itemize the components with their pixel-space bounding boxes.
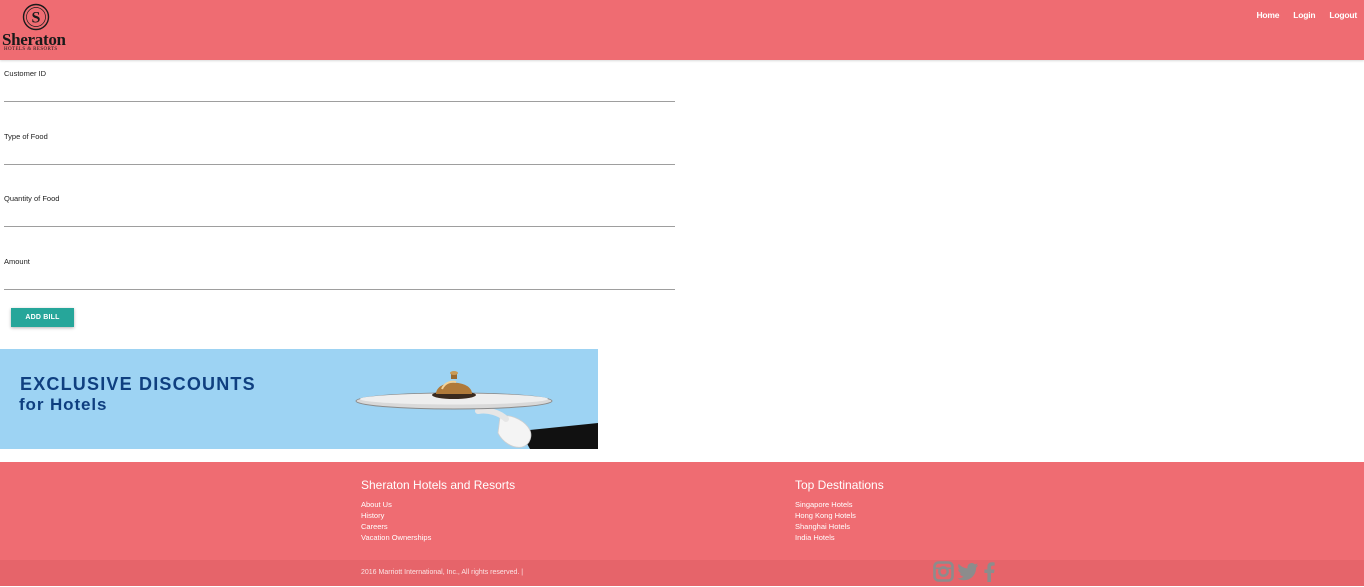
nav-login-link[interactable]: Login	[1293, 10, 1315, 20]
food-quantity-field-group: Quantity of Food	[4, 185, 675, 248]
amount-field-group: Amount	[4, 248, 675, 311]
add-bill-form: Customer ID Type of Food Quantity of Foo…	[4, 60, 675, 310]
customer-id-label: Customer ID	[4, 69, 47, 78]
food-type-input[interactable]	[4, 148, 675, 165]
banner-subheadline: for Hotels	[19, 395, 108, 414]
footer-link-shanghai[interactable]: Shanghai Hotels	[795, 521, 884, 532]
customer-id-field-group: Customer ID	[4, 60, 675, 123]
logo-tagline: HOTELS & RESORTS	[4, 47, 58, 52]
site-footer: Sheraton Hotels and Resorts About Us His…	[0, 462, 1364, 586]
footer-destinations-column: Top Destinations Singapore Hotels Hong K…	[795, 478, 884, 543]
footer-link-careers[interactable]: Careers	[361, 521, 515, 532]
twitter-icon[interactable]	[957, 562, 979, 587]
copyright-bar: 2016 Marriott International, Inc., All r…	[0, 560, 1364, 586]
footer-link-history[interactable]: History	[361, 510, 515, 521]
footer-about-title: Sheraton Hotels and Resorts	[361, 478, 516, 492]
discount-banner[interactable]: EXCLUSIVE DISCOUNTS for Hotels	[0, 349, 598, 449]
instagram-icon[interactable]	[933, 561, 954, 587]
footer-link-about-us[interactable]: About Us	[361, 499, 515, 510]
amount-input[interactable]	[4, 273, 675, 290]
social-links	[933, 561, 996, 587]
banner-headline: EXCLUSIVE DISCOUNTS	[20, 374, 256, 394]
sheraton-logo[interactable]: S Sheraton HOTELS & RESORTS	[2, 3, 72, 55]
footer-link-singapore[interactable]: Singapore Hotels	[795, 499, 884, 510]
footer-link-vacation-ownerships[interactable]: Vacation Ownerships	[361, 532, 515, 543]
food-quantity-input[interactable]	[4, 211, 675, 227]
food-type-label: Type of Food	[4, 131, 48, 141]
service-bell-tray-illustration	[355, 371, 598, 449]
logo-wordmark: Sheraton	[2, 30, 66, 49]
footer-destinations-title: Top Destinations	[795, 478, 884, 492]
nav-home-link[interactable]: Home	[1256, 10, 1279, 20]
facebook-icon[interactable]	[982, 561, 996, 587]
footer-link-hong-kong[interactable]: Hong Kong Hotels	[795, 510, 884, 521]
footer-link-india[interactable]: India Hotels	[795, 532, 884, 543]
copyright-text: 2016 Marriott International, Inc., All r…	[361, 569, 524, 576]
sheraton-emblem-icon: S	[22, 3, 50, 31]
top-navbar: S Sheraton HOTELS & RESORTS Home Login L…	[0, 0, 1364, 60]
food-type-field-group: Type of Food	[4, 123, 675, 186]
add-bill-button[interactable]: ADD BILL	[11, 308, 74, 327]
food-quantity-label: Quantity of Food	[4, 194, 60, 203]
amount-label: Amount	[4, 256, 30, 266]
nav-logout-link[interactable]: Logout	[1329, 10, 1357, 20]
svg-text:S: S	[32, 10, 41, 27]
customer-id-input[interactable]	[4, 86, 675, 102]
footer-about-column: Sheraton Hotels and Resorts About Us His…	[361, 478, 515, 543]
main-nav: Home Login Logout	[1242, 10, 1357, 20]
